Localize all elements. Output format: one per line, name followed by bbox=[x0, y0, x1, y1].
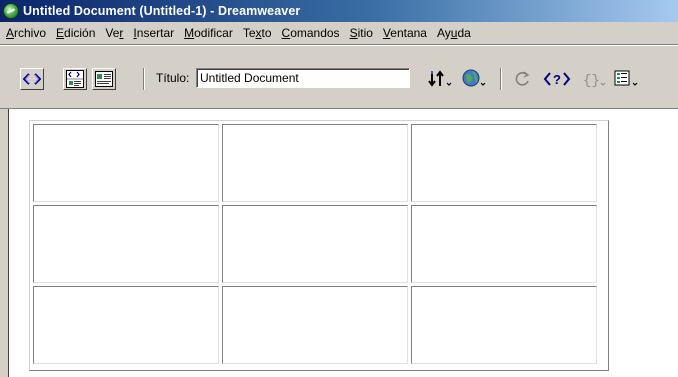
code-navigation-button[interactable]: {} bbox=[580, 68, 610, 90]
reference-icon: ? bbox=[543, 70, 571, 88]
menu-texto-label: to bbox=[261, 26, 272, 40]
menu-texto-prefix: Te bbox=[242, 26, 256, 40]
menu-ayuda[interactable]: Ayuda bbox=[432, 26, 476, 40]
menu-comandos[interactable]: Comandos bbox=[277, 26, 345, 40]
menu-archivo-mnemonic: A bbox=[6, 26, 15, 40]
window-title: Untitled Document (Untitled-1) - Dreamwe… bbox=[23, 4, 301, 18]
menu-comandos-mnemonic: C bbox=[281, 26, 291, 40]
code-navigation-icon: {} bbox=[581, 70, 609, 88]
menu-sitio[interactable]: Sitio bbox=[345, 26, 378, 40]
menu-ver-mnemonic: r bbox=[119, 26, 124, 40]
menu-bar: Archivo Edición Ver Insertar Modificar T… bbox=[0, 22, 678, 44]
menu-ver[interactable]: Ver bbox=[100, 26, 128, 40]
menu-ventana[interactable]: Ventana bbox=[378, 26, 432, 40]
reference-button[interactable]: ? bbox=[542, 68, 572, 90]
menu-comandos-label: omandos bbox=[290, 26, 340, 40]
table-cell-r3-c1[interactable] bbox=[33, 286, 219, 364]
toolbar-separator-2 bbox=[500, 68, 502, 90]
preview-browser-icon bbox=[461, 69, 491, 89]
menu-modificar-mnemonic: M bbox=[184, 26, 195, 40]
menu-archivo-label: rchivo bbox=[14, 26, 47, 40]
design-view-icon bbox=[95, 71, 113, 87]
menu-sitio-mnemonic: S bbox=[349, 26, 358, 40]
menu-insertar-label: nsertar bbox=[136, 26, 175, 40]
file-management-icon bbox=[427, 69, 455, 89]
table-cell-r1-c1[interactable] bbox=[33, 124, 219, 202]
table-cell-r2-c3[interactable] bbox=[411, 205, 597, 283]
layout-table[interactable] bbox=[29, 120, 609, 371]
preview-browser-button[interactable] bbox=[460, 68, 492, 90]
view-options-icon bbox=[613, 69, 643, 89]
menu-ver-prefix: Ve bbox=[105, 26, 120, 40]
svg-text:?: ? bbox=[553, 72, 561, 87]
dreamweaver-app-icon[interactable] bbox=[3, 3, 19, 19]
table-cell-r2-c2[interactable] bbox=[222, 205, 408, 283]
refresh-button[interactable] bbox=[510, 68, 534, 90]
menu-ventana-label: entana bbox=[390, 26, 427, 40]
document-title-input[interactable] bbox=[196, 68, 410, 88]
document-toolbar: Título: Untitled Document ? {} bbox=[0, 46, 678, 108]
canvas-left-gutter bbox=[0, 109, 8, 377]
refresh-icon bbox=[513, 70, 531, 88]
code-view-icon bbox=[23, 72, 41, 86]
title-bar: Untitled Document (Untitled-1) - Dreamwe… bbox=[0, 0, 678, 22]
table-cell-r1-c3[interactable] bbox=[411, 124, 597, 202]
menu-texto[interactable]: Texto bbox=[238, 26, 277, 40]
table-cell-r3-c3[interactable] bbox=[411, 286, 597, 364]
menu-archivo[interactable]: Archivo bbox=[0, 26, 51, 40]
title-label: Título: bbox=[156, 71, 190, 85]
menu-edicion[interactable]: Edición bbox=[51, 26, 100, 40]
toolbar-separator bbox=[143, 68, 145, 90]
svg-text:{}: {} bbox=[583, 73, 600, 88]
file-management-button[interactable] bbox=[426, 68, 456, 90]
table-cell-r2-c1[interactable] bbox=[33, 205, 219, 283]
menu-ayuda-prefix: Ay bbox=[436, 26, 451, 40]
menu-ayuda-label: da bbox=[457, 26, 471, 40]
table-cell-r3-c2[interactable] bbox=[222, 286, 408, 364]
menu-insertar[interactable]: Insertar bbox=[128, 26, 179, 40]
menu-modificar-label: odificar bbox=[194, 26, 233, 40]
menu-edicion-label: dición bbox=[64, 26, 96, 40]
table-cell-r1-c2[interactable] bbox=[222, 124, 408, 202]
menu-edicion-mnemonic: E bbox=[56, 26, 65, 40]
split-view-icon bbox=[66, 70, 84, 88]
menu-modificar[interactable]: Modificar bbox=[179, 26, 238, 40]
split-view-button[interactable] bbox=[63, 68, 87, 90]
document-design-canvas[interactable] bbox=[8, 109, 678, 377]
design-view-button[interactable] bbox=[92, 68, 116, 90]
code-view-button[interactable] bbox=[20, 68, 44, 90]
view-options-button[interactable] bbox=[612, 68, 644, 90]
menu-sitio-label: itio bbox=[357, 26, 373, 40]
